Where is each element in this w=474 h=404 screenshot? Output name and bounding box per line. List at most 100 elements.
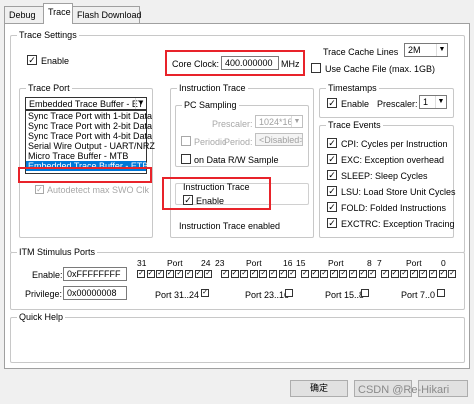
itm-port-enable-checkbox[interactable]: ✓ xyxy=(146,270,155,278)
itm-port-enable-checkbox[interactable]: ✓ xyxy=(165,270,174,278)
itm-port-enable-checkbox[interactable]: ✓ xyxy=(381,270,389,278)
itm-privilege-label: Privilege: xyxy=(25,289,63,299)
itm-port-enable-checkbox[interactable]: ✓ xyxy=(288,270,297,278)
trace-port-selected: Embedded Trace Buffer - ET xyxy=(29,99,144,109)
quick-help-title: Quick Help xyxy=(17,312,66,322)
priv-port-7-0-label: Port 7..0 xyxy=(401,290,436,300)
chevron-down-icon: ▼ xyxy=(435,96,446,108)
trace-port-select[interactable]: Embedded Trace Buffer - ET ▼ xyxy=(25,97,147,110)
timestamps-prescaler-select[interactable]: 1 ▼ xyxy=(419,95,447,109)
autodetect-checkbox[interactable]: ✓ xyxy=(35,185,44,194)
pc-sampling-title: PC Sampling xyxy=(182,100,239,110)
itm-bit-label: 23 xyxy=(215,258,225,268)
itm-port-enable-checkbox[interactable]: ✓ xyxy=(301,270,309,278)
use-cache-file-checkbox[interactable] xyxy=(311,63,321,73)
priv-port-7-0-checkbox[interactable] xyxy=(437,289,445,297)
itm-port-enable-checkbox[interactable]: ✓ xyxy=(349,270,357,278)
trace-port-option[interactable]: Micro Trace Buffer - MTB xyxy=(26,151,146,161)
itm-port-enable-checkbox[interactable]: ✓ xyxy=(194,270,203,278)
itm-port-enable-checkbox[interactable]: ✓ xyxy=(358,270,367,278)
itm-bit-label: 15 xyxy=(296,258,306,268)
itm-bit-label: Port xyxy=(167,258,183,268)
itm-port-enable-checkbox[interactable]: ✓ xyxy=(259,270,268,278)
periodic-checkbox[interactable] xyxy=(181,136,191,146)
itm-bit-label: Port xyxy=(406,258,422,268)
fold-checkbox[interactable]: ✓ xyxy=(327,202,337,212)
pc-prescaler-value: 1024*16 xyxy=(259,117,293,127)
itm-port-enable-checkbox[interactable]: ✓ xyxy=(409,270,418,278)
itm-port-enable-checkbox[interactable]: ✓ xyxy=(329,270,338,278)
exctrc-checkbox[interactable]: ✓ xyxy=(327,218,337,228)
instruction-trace-enable-checkbox[interactable]: ✓ xyxy=(183,195,193,205)
itm-port-enable-checkbox[interactable]: ✓ xyxy=(419,270,428,278)
trace-port-option[interactable]: Serial Wire Output - UART/NRZ xyxy=(26,141,155,151)
exctrc-label: EXCTRC: Exception Tracing xyxy=(341,219,455,229)
lsu-checkbox[interactable]: ✓ xyxy=(327,186,337,196)
on-data-rw-checkbox[interactable] xyxy=(181,154,191,164)
itm-enable-input[interactable]: 0xFFFFFFFF xyxy=(63,267,127,281)
itm-bit-label: 0 xyxy=(441,258,446,268)
tab-trace[interactable]: Trace xyxy=(43,3,73,24)
core-clock-input[interactable]: 400.000000 xyxy=(221,56,279,70)
cpi-label: CPI: Cycles per Instruction xyxy=(341,139,448,149)
itm-port-enable-checkbox[interactable]: ✓ xyxy=(137,270,145,278)
priv-port-31-24-checkbox[interactable]: ✓ xyxy=(201,289,209,297)
trace-port-option[interactable]: Sync Trace Port with 4-bit Data xyxy=(26,131,152,141)
itm-port-enable-checkbox[interactable]: ✓ xyxy=(339,270,348,278)
core-clock-unit: MHz xyxy=(281,59,300,69)
tab-flash-download[interactable]: Flash Download xyxy=(72,6,142,23)
trace-port-option[interactable]: Sync Trace Port with 2-bit Data xyxy=(26,121,152,131)
trace-port-options-list[interactable]: Sync Trace Port with 1-bit Data Sync Tra… xyxy=(25,110,155,174)
itm-port-enable-checkbox[interactable]: ✓ xyxy=(221,270,229,278)
itm-port-enable-checkbox[interactable]: ✓ xyxy=(156,270,165,278)
tab-debug[interactable]: Debug xyxy=(4,6,44,23)
timestamps-enable-label: Enable xyxy=(341,99,370,109)
itm-privilege-input[interactable]: 0x00000008 xyxy=(63,286,127,300)
pc-prescaler-select[interactable]: 1024*16 ▼ xyxy=(255,115,303,128)
priv-port-15-8-checkbox[interactable] xyxy=(361,289,369,297)
itm-bit-label: 24 xyxy=(201,258,211,268)
itm-port-enable-checkbox[interactable]: ✓ xyxy=(390,270,399,278)
pc-prescaler-label: Prescaler: xyxy=(212,119,253,129)
itm-port-enable-checkbox[interactable]: ✓ xyxy=(438,270,447,278)
itm-port-enable-checkbox[interactable]: ✓ xyxy=(448,270,457,278)
timestamps-enable-checkbox[interactable]: ✓ xyxy=(327,98,337,108)
trace-settings-title: Trace Settings xyxy=(17,30,79,40)
itm-port-enable-checkbox[interactable]: ✓ xyxy=(204,270,213,278)
itm-port-enable-checkbox[interactable]: ✓ xyxy=(368,270,377,278)
watermark: CSDN @Re-Hikari xyxy=(358,384,450,396)
itm-port-enable-checkbox[interactable]: ✓ xyxy=(240,270,249,278)
autodetect-label: Autodetect max SWO Clk xyxy=(47,185,150,195)
itm-port-enable-checkbox[interactable]: ✓ xyxy=(185,270,193,278)
itm-port-enable-checkbox[interactable]: ✓ xyxy=(269,270,277,278)
timestamps-prescaler-value: 1 xyxy=(423,97,429,107)
timestamps-title: Timestamps xyxy=(326,83,379,93)
cpi-checkbox[interactable]: ✓ xyxy=(327,138,337,148)
periodic-label: Periodic xyxy=(194,137,227,147)
chevron-down-icon: ▼ xyxy=(291,116,302,127)
itm-bit-label: 7 xyxy=(377,258,382,268)
itm-port-enable-checkbox[interactable]: ✓ xyxy=(310,270,319,278)
itm-port-enable-checkbox[interactable]: ✓ xyxy=(230,270,239,278)
itm-port-enable-checkbox[interactable]: ✓ xyxy=(175,270,184,278)
trace-port-option[interactable]: Sync Trace Port with 1-bit Data xyxy=(26,111,152,121)
trace-enable-checkbox[interactable]: ✓ xyxy=(27,55,37,65)
itm-port-enable-checkbox[interactable]: ✓ xyxy=(278,270,287,278)
trace-events-title: Trace Events xyxy=(326,120,383,130)
trace-cache-lines-select[interactable]: 2M ▼ xyxy=(404,43,448,57)
period-input[interactable]: <Disabled> xyxy=(255,133,303,146)
itm-port-enable-checkbox[interactable]: ✓ xyxy=(429,270,437,278)
quick-help-group: Quick Help xyxy=(10,312,465,363)
timestamps-prescaler-label: Prescaler: xyxy=(377,99,418,109)
priv-port-23-16-checkbox[interactable] xyxy=(285,289,293,297)
itm-port-enable-checkbox[interactable]: ✓ xyxy=(320,270,329,278)
itm-port-enable-checkbox[interactable]: ✓ xyxy=(400,270,409,278)
ok-button[interactable]: 确定 xyxy=(290,380,348,397)
period-label: Period: xyxy=(224,137,253,147)
lsu-label: LSU: Load Store Unit Cycles xyxy=(341,187,456,197)
exc-checkbox[interactable]: ✓ xyxy=(327,154,337,164)
itm-bit-label: 31 xyxy=(137,258,147,268)
itm-bit-label: 8 xyxy=(367,258,372,268)
itm-port-enable-checkbox[interactable]: ✓ xyxy=(249,270,258,278)
sleep-checkbox[interactable]: ✓ xyxy=(327,170,337,180)
